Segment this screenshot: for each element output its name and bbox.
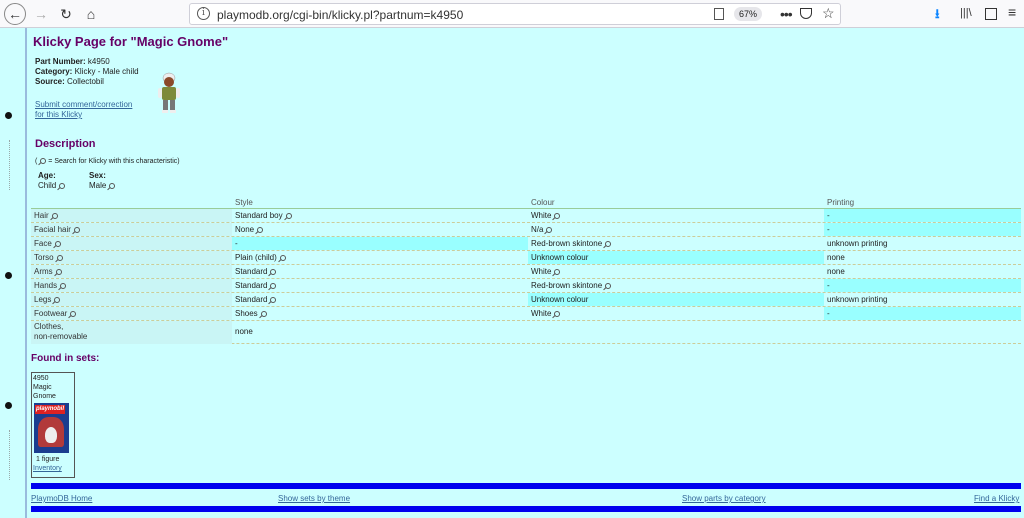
colour-header: Colour [531,198,555,207]
table-row: Facial hair None N/a - [31,223,1021,237]
table-row: Hair Standard boy White - [31,209,1021,223]
printing-header: Printing [827,198,855,207]
url-text[interactable]: playmodb.org/cgi-bin/klicky.pl?partnum=k… [217,8,463,22]
search-colour-icon[interactable] [605,240,612,247]
site-info-icon[interactable]: i [197,7,210,20]
characteristics-table: Style Colour Printing Hair Standard boy … [31,196,1021,344]
gnome-beard-art [45,427,57,443]
search-style-icon[interactable] [285,212,292,219]
sex-block: Sex: Male [89,171,116,191]
search-colour-icon[interactable] [554,212,561,219]
magnifier-icon [40,158,47,165]
show-sets-by-theme-link[interactable]: Show sets by theme [278,494,350,503]
bullet-icon [5,402,12,409]
search-style-icon[interactable] [270,296,277,303]
bullet-icon [5,112,12,119]
search-colour-icon[interactable] [554,268,561,275]
search-colour-icon[interactable] [546,226,553,233]
age-block: Age: Child [38,171,66,191]
search-age-icon[interactable] [59,182,66,189]
content-frame: Klicky Page for "Magic Gnome" Part Numbe… [25,28,1024,518]
source: Collectobil [67,77,104,86]
library-icon[interactable]: |||\ [960,7,972,19]
part-meta: Part Number: k4950 Category: Klicky - Ma… [35,57,139,87]
reader-view-icon[interactable] [714,8,724,20]
sidebar-icon[interactable] [985,8,997,20]
table-row: Footwear Shoes White - [31,307,1021,321]
age-value: Child [38,181,57,190]
search-part-icon[interactable] [54,296,61,303]
search-part-icon[interactable] [56,254,63,261]
search-sex-icon[interactable] [109,182,116,189]
search-part-icon[interactable] [70,310,77,317]
footer-bar-top [31,483,1021,489]
search-style-icon[interactable] [279,254,286,261]
hamburger-menu-icon[interactable]: ≡ [1008,4,1016,20]
search-part-icon[interactable] [60,282,67,289]
vertical-frame-text [9,430,16,480]
find-a-klicky-link[interactable]: Find a Klicky [974,494,1019,503]
vertical-frame-text [9,140,16,190]
table-header: Style Colour Printing [31,196,1021,209]
search-colour-icon[interactable] [605,282,612,289]
set-box-image[interactable]: playmobil [34,403,69,453]
search-part-icon[interactable] [54,240,61,247]
part-number-label: Part Number: [35,57,86,66]
left-frame [0,28,22,518]
age-label: Age: [38,171,56,180]
table-row: Torso Plain (child) Unknown colour none [31,251,1021,265]
table-row: Hands Standard Red-brown skintone - [31,279,1021,293]
search-colour-icon[interactable] [554,310,561,317]
bullet-icon [5,272,12,279]
show-parts-by-category-link[interactable]: Show parts by category [682,494,766,503]
back-icon[interactable]: ← [4,3,26,25]
search-part-icon[interactable] [51,212,58,219]
found-in-sets-heading: Found in sets: [31,353,100,364]
inventory-link[interactable]: Inventory [33,464,73,473]
search-part-icon[interactable] [73,226,80,233]
page-title: Klicky Page for "Magic Gnome" [33,34,229,49]
category-label: Category: [35,67,73,76]
search-style-icon[interactable] [260,310,267,317]
table-row: Legs Standard Unknown colour unknown pri… [31,293,1021,307]
address-bar[interactable]: i playmodb.org/cgi-bin/klicky.pl?partnum… [189,3,841,25]
search-style-icon[interactable] [257,226,264,233]
set-name: Magic Gnome [33,384,56,400]
zoom-level-button[interactable]: 67% [734,7,763,21]
reload-icon[interactable]: ↻ [56,4,76,24]
table-row: Face - Red-brown skintone unknown printi… [31,237,1021,251]
description-heading: Description [35,138,96,150]
sex-label: Sex: [89,171,106,180]
box-logo: playmobil [35,405,66,414]
set-number: 4950 [33,375,49,382]
bookmark-star-icon[interactable]: ☆ [822,5,835,22]
browser-toolbar: ← → ↻ ⌂ i playmodb.org/cgi-bin/klicky.pl… [0,0,1024,28]
home-icon[interactable]: ⌂ [81,4,101,24]
search-legend: ( = Search for Klicky with this characte… [35,158,180,165]
download-icon[interactable]: ⭳ [935,5,940,27]
table-row: Clothes, non-removable none [31,321,1021,344]
figure-count: 1 figure [36,456,60,463]
playmodb-home-link[interactable]: PlaymoDB Home [31,494,92,503]
table-row: Arms Standard White none [31,265,1021,279]
search-part-icon[interactable] [55,268,62,275]
set-card: 4950 Magic Gnome playmobil 1 figure Inve… [31,372,75,478]
search-style-icon[interactable] [270,282,277,289]
part-number: k4950 [87,57,110,66]
submit-correction-link[interactable]: Submit comment/correction for this Klick… [35,100,132,120]
klicky-figure-image [158,72,180,113]
sex-value: Male [89,181,107,190]
pocket-icon[interactable] [800,8,812,19]
footer-bar-bottom [31,506,1021,512]
page-actions-icon[interactable]: ••• [780,6,793,22]
source-label: Source: [35,77,65,86]
search-style-icon[interactable] [270,268,277,275]
style-header: Style [235,198,253,207]
category: Klicky - Male child [74,67,139,76]
forward-icon[interactable]: → [31,4,51,24]
